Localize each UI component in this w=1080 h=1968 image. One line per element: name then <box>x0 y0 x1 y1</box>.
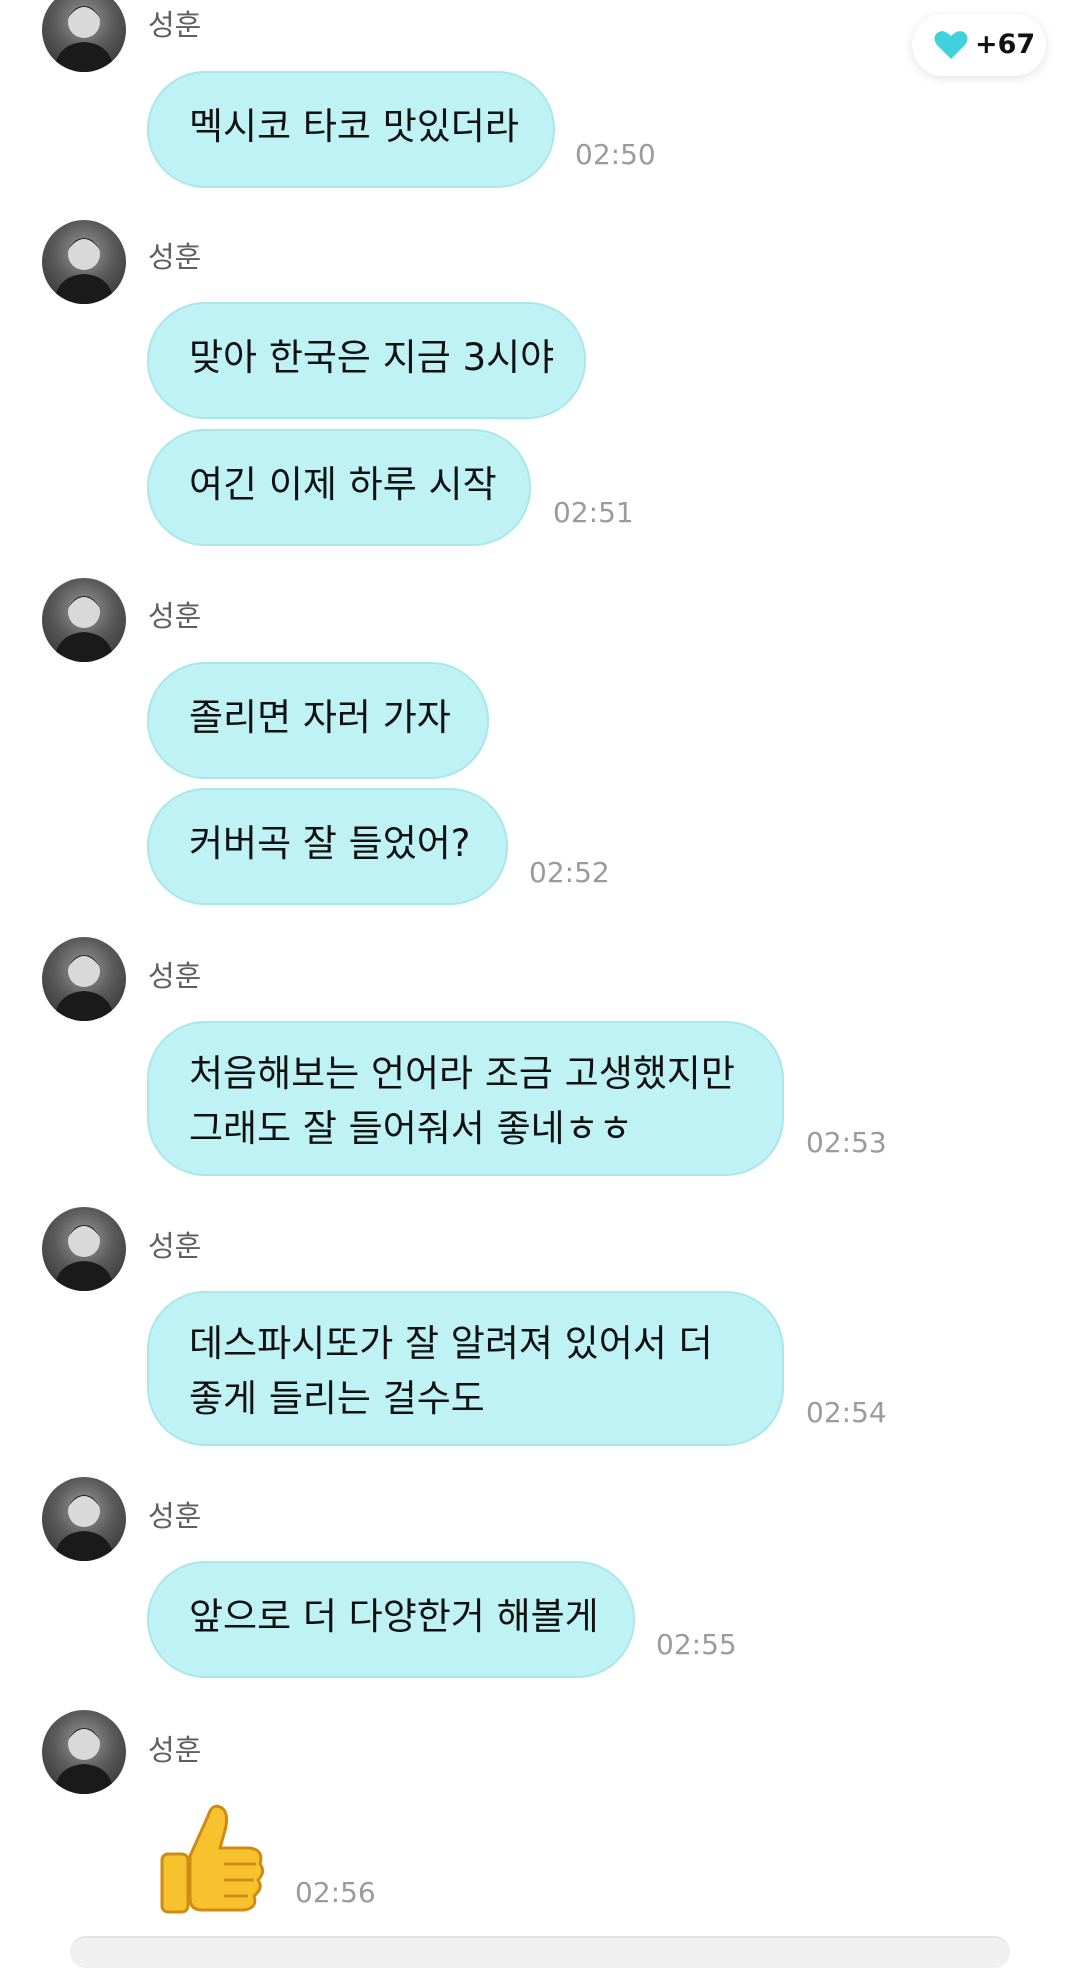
thumbs-up-icon[interactable] <box>150 1798 270 1918</box>
message-text: 처음해보는 언어라 조금 고생했지만 <box>189 1052 735 1095</box>
likes-count: +67 <box>975 29 1036 60</box>
message-time: 02:53 <box>806 1126 887 1159</box>
message-bubble[interactable]: 데스파시또가 잘 알려져 있어서 더 좋게 들리는 걸수도 <box>147 1291 784 1446</box>
avatar[interactable] <box>42 1710 126 1794</box>
avatar[interactable] <box>42 1477 126 1561</box>
avatar[interactable] <box>42 937 126 1021</box>
message-bubble[interactable]: 멕시코 타코 맛있더라 <box>147 71 555 188</box>
avatar-photo-icon <box>54 1225 114 1291</box>
message-text: 그래도 잘 들어줘서 좋네ㅎㅎ <box>189 1107 633 1150</box>
sender-name: 성훈 <box>148 959 202 993</box>
avatar-photo-icon <box>54 238 114 304</box>
message-text: 맞아 한국은 지금 3시야 <box>189 336 555 379</box>
sender-name: 성훈 <box>148 1229 202 1263</box>
sender-name: 성훈 <box>148 1499 202 1533</box>
message-text: 데스파시또가 잘 알려져 있어서 더 <box>189 1322 713 1365</box>
message-text: 좋게 들리는 걸수도 <box>189 1377 485 1420</box>
message-bubble[interactable]: 커버곡 잘 들었어? <box>147 788 508 905</box>
avatar[interactable] <box>42 220 126 304</box>
avatar-photo-icon <box>54 1495 114 1561</box>
sender-name: 성훈 <box>148 240 202 274</box>
message-text: 앞으로 더 다양한거 해볼게 <box>189 1595 599 1638</box>
message-bubble[interactable]: 앞으로 더 다양한거 해볼게 <box>147 1561 635 1678</box>
message-time: 02:50 <box>575 138 656 171</box>
message-bubble[interactable]: 여긴 이제 하루 시작 <box>147 429 531 546</box>
message-time: 02:54 <box>806 1396 887 1429</box>
avatar[interactable] <box>42 0 126 72</box>
message-text: 멕시코 타코 맛있더라 <box>189 105 519 148</box>
avatar-photo-icon <box>54 6 114 72</box>
message-bubble[interactable]: 졸리면 자러 가자 <box>147 662 489 779</box>
avatar-photo-icon <box>54 955 114 1021</box>
avatar[interactable] <box>42 1207 126 1291</box>
message-bubble[interactable]: 처음해보는 언어라 조금 고생했지만 그래도 잘 들어줘서 좋네ㅎㅎ <box>147 1021 784 1176</box>
heart-icon <box>934 31 968 59</box>
message-time: 02:55 <box>656 1628 737 1661</box>
message-time: 02:51 <box>553 496 634 529</box>
message-bubble[interactable]: 맞아 한국은 지금 3시야 <box>147 302 586 419</box>
likes-pill[interactable]: +67 <box>912 14 1046 76</box>
message-time: 02:56 <box>295 1876 376 1909</box>
avatar[interactable] <box>42 578 126 662</box>
message-text: 졸리면 자러 가자 <box>189 696 451 739</box>
sender-name: 성훈 <box>148 599 202 633</box>
sender-name: 성훈 <box>148 1733 202 1767</box>
message-text: 여긴 이제 하루 시작 <box>189 463 497 506</box>
message-input-bar[interactable] <box>70 1936 1010 1968</box>
message-time: 02:52 <box>529 856 610 889</box>
avatar-photo-icon <box>54 596 114 662</box>
message-text: 커버곡 잘 들었어? <box>189 822 471 865</box>
sender-name: 성훈 <box>148 8 202 42</box>
avatar-photo-icon <box>54 1728 114 1794</box>
chat-thread: 성훈 멕시코 타코 맛있더라 02:50 성훈 맞아 한국은 지금 3시야 여긴… <box>0 0 1080 1968</box>
